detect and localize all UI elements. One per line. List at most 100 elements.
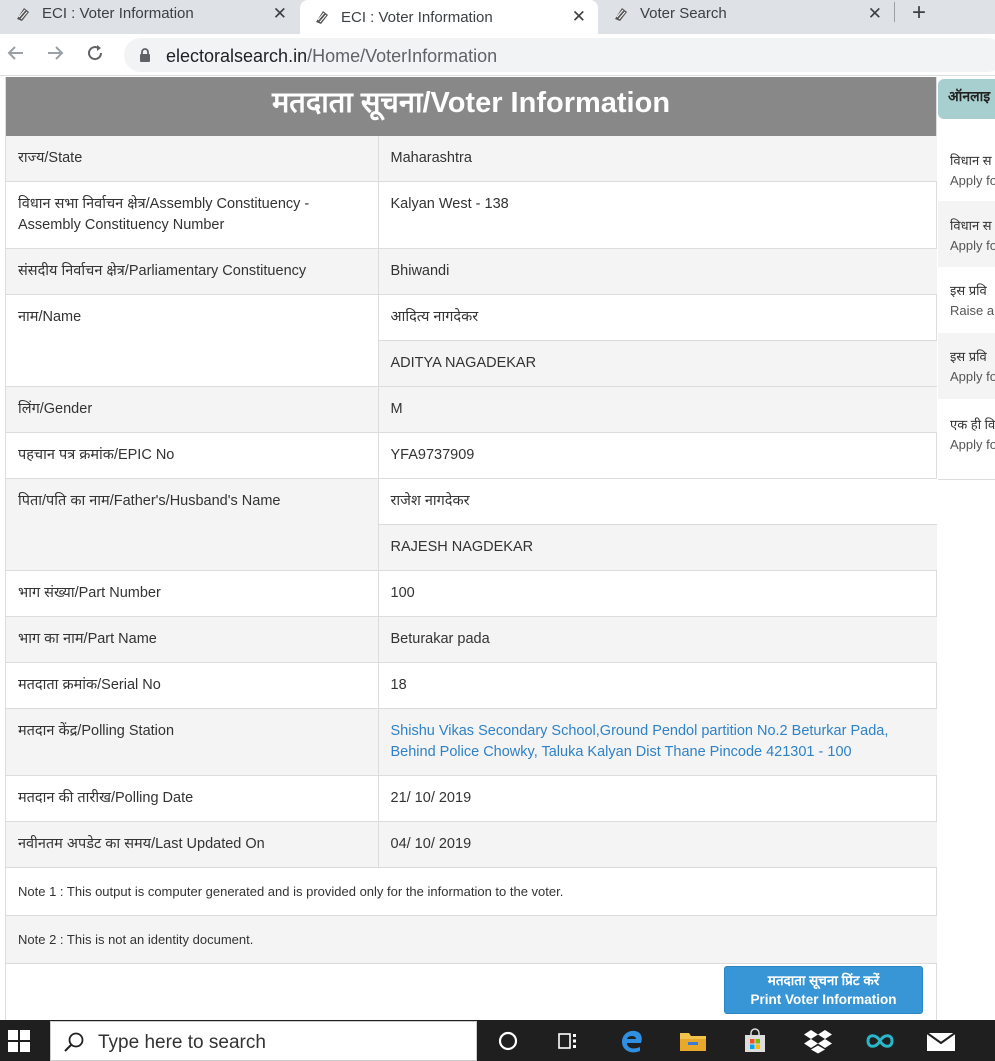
- edge-browser-icon[interactable]: [617, 1026, 647, 1056]
- page-title: मतदाता सूचना/Voter Information: [6, 77, 936, 136]
- note-row: Note 2 : This is not an identity documen…: [6, 915, 937, 964]
- sidebar-divider: [938, 479, 995, 480]
- row-value: 100: [378, 570, 937, 617]
- table-row: लिंग/Gender M: [6, 386, 937, 433]
- sidebar-item[interactable]: इस प्रवि Apply fo: [938, 333, 995, 399]
- row-label: नवीनतम अपडेट का समय/Last Updated On: [6, 821, 379, 868]
- tab-title: Voter Search: [640, 5, 727, 22]
- row-value: 21/ 10/ 2019: [378, 775, 937, 822]
- table-row: पिता/पति का नाम/Father's/Husband's Name र…: [6, 478, 937, 571]
- row-value: Beturakar pada: [378, 616, 937, 663]
- print-voter-information-button[interactable]: मतदाता सूचना प्रिंट करें Print Voter Inf…: [724, 966, 923, 1014]
- windows-start-icon[interactable]: [8, 1030, 30, 1057]
- lock-icon[interactable]: [139, 48, 151, 67]
- tab-title: ECI : Voter Information: [42, 5, 194, 22]
- back-arrow-icon[interactable]: [6, 43, 26, 69]
- browser-tab[interactable]: ECI : Voter Information ✕: [14, 0, 299, 27]
- sidebar-item-title: इस प्रवि: [950, 349, 987, 364]
- url-text: electoralsearch.in/Home/VoterInformation: [166, 46, 498, 66]
- address-bar: electoralsearch.in/Home/VoterInformation: [0, 34, 995, 76]
- dropbox-icon[interactable]: [803, 1026, 833, 1056]
- taskbar-search-input[interactable]: Type here to search: [50, 1021, 477, 1061]
- reload-icon[interactable]: [85, 43, 105, 69]
- table-row: नाम/Name आदित्य नागदेकर: [6, 294, 937, 387]
- browser-tab-active[interactable]: ECI : Voter Information ✕: [300, 0, 598, 34]
- microsoft-store-icon[interactable]: [740, 1026, 770, 1056]
- windows-taskbar: Type here to search: [0, 1020, 995, 1061]
- browser-tab-bar: ECI : Voter Information ✕ ECI : Voter In…: [0, 0, 995, 34]
- table-row: मतदान की तारीख/Polling Date 21/ 10/ 2019: [6, 775, 937, 822]
- task-view-icon[interactable]: [553, 1026, 583, 1056]
- row-value: Bhiwandi: [378, 248, 937, 295]
- note-text: Note 1 : This output is computer generat…: [6, 867, 937, 916]
- sidebar-item-subtitle: Apply fo: [950, 173, 995, 188]
- row-label: लिंग/Gender: [6, 386, 379, 433]
- table-row: नवीनतम अपडेट का समय/Last Updated On 04/ 1…: [6, 821, 937, 868]
- sidebar-item-subtitle: Apply fo: [950, 369, 995, 384]
- row-label: पिता/पति का नाम/Father's/Husband's Name: [6, 478, 379, 571]
- table-row: संसदीय निर्वाचन क्षेत्र/Parliamentary Co…: [6, 248, 937, 295]
- sidebar-heading: ऑनलाइ: [938, 79, 995, 119]
- sidebar-item-title: विधान स: [950, 153, 992, 168]
- mail-icon[interactable]: [926, 1026, 956, 1056]
- voter-info-table: राज्य/State Maharashtra विधान सभा निर्वाचन…: [6, 136, 937, 964]
- table-row: भाग का नाम/Part Name Beturakar pada: [6, 616, 937, 663]
- url-field[interactable]: electoralsearch.in/Home/VoterInformation: [124, 38, 995, 72]
- row-value-english: ADITYA NAGADEKAR: [378, 340, 937, 387]
- cortana-icon[interactable]: [493, 1026, 523, 1056]
- file-explorer-icon[interactable]: [678, 1026, 708, 1056]
- new-tab-button[interactable]: +: [912, 0, 926, 27]
- sidebar-item-title: विधान स: [950, 218, 992, 233]
- table-row: मतदान केंद्र/Polling Station Shishu Vikas…: [6, 708, 937, 776]
- sidebar-item-subtitle: Apply fo: [950, 238, 995, 253]
- infinity-app-icon[interactable]: [865, 1026, 895, 1056]
- tab-title: ECI : Voter Information: [341, 8, 493, 26]
- sidebar-item[interactable]: विधान स Apply fo: [938, 139, 995, 199]
- print-button-label-hindi: मतदाता सूचना प्रिंट करें: [767, 973, 880, 988]
- eci-favicon-icon: [313, 8, 331, 26]
- eci-favicon-icon: [14, 5, 32, 23]
- sidebar-item-title: एक ही वि: [950, 417, 995, 432]
- sidebar-item[interactable]: एक ही वि Apply fo: [938, 403, 995, 463]
- forward-arrow-icon[interactable]: [45, 43, 65, 69]
- row-label: विधान सभा निर्वाचन क्षेत्र/Assembly Cons…: [6, 181, 379, 249]
- row-value: आदित्य नागदेकर: [378, 294, 937, 341]
- sidebar-item-title: इस प्रवि: [950, 283, 987, 298]
- row-label: मतदाता क्रमांक/Serial No: [6, 662, 379, 709]
- row-label: भाग संख्या/Part Number: [6, 570, 379, 617]
- table-row: राज्य/State Maharashtra: [6, 136, 937, 182]
- row-label: नाम/Name: [6, 294, 379, 387]
- browser-tab[interactable]: Voter Search ✕: [612, 0, 894, 27]
- eci-favicon-icon: [612, 5, 630, 23]
- row-value: M: [378, 386, 937, 433]
- sidebar-item[interactable]: विधान स Apply fo: [938, 201, 995, 267]
- row-value: YFA9737909: [378, 432, 937, 479]
- voter-information-panel: मतदाता सूचना/Voter Information राज्य/Sta…: [5, 77, 937, 1020]
- row-label: भाग का नाम/Part Name: [6, 616, 379, 663]
- close-tab-icon[interactable]: ✕: [273, 4, 287, 24]
- row-value: 18: [378, 662, 937, 709]
- sidebar-item-subtitle: Apply fo: [950, 437, 995, 452]
- search-placeholder: Type here to search: [98, 1032, 266, 1053]
- page-content: मतदाता सूचना/Voter Information राज्य/Sta…: [0, 77, 995, 1020]
- row-label: संसदीय निर्वाचन क्षेत्र/Parliamentary Co…: [6, 248, 379, 295]
- table-row: पहचान पत्र क्रमांक/EPIC No YFA9737909: [6, 432, 937, 479]
- row-label: पहचान पत्र क्रमांक/EPIC No: [6, 432, 379, 479]
- row-value: राजेश नागदेकर: [378, 478, 937, 525]
- row-value: 04/ 10/ 2019: [378, 821, 937, 868]
- polling-station-link[interactable]: Shishu Vikas Secondary School,Ground Pen…: [378, 708, 937, 776]
- print-button-label-english: Print Voter Information: [750, 992, 897, 1007]
- close-tab-icon[interactable]: ✕: [868, 4, 882, 24]
- search-icon: [63, 1031, 85, 1058]
- table-row: भाग संख्या/Part Number 100: [6, 570, 937, 617]
- sidebar-item-subtitle: Raise a: [950, 303, 995, 318]
- tab-separator: [894, 2, 895, 22]
- row-value-english: RAJESH NAGDEKAR: [378, 524, 937, 571]
- table-row: विधान सभा निर्वाचन क्षेत्र/Assembly Cons…: [6, 181, 937, 249]
- note-text: Note 2 : This is not an identity documen…: [6, 915, 937, 964]
- sidebar-item[interactable]: इस प्रवि Raise a: [938, 269, 995, 329]
- online-services-sidebar: ऑनलाइ विधान स Apply fo विधान स Apply fo …: [938, 77, 995, 497]
- note-row: Note 1 : This output is computer generat…: [6, 867, 937, 916]
- row-label: मतदान केंद्र/Polling Station: [6, 708, 379, 776]
- close-tab-icon[interactable]: ✕: [572, 7, 586, 27]
